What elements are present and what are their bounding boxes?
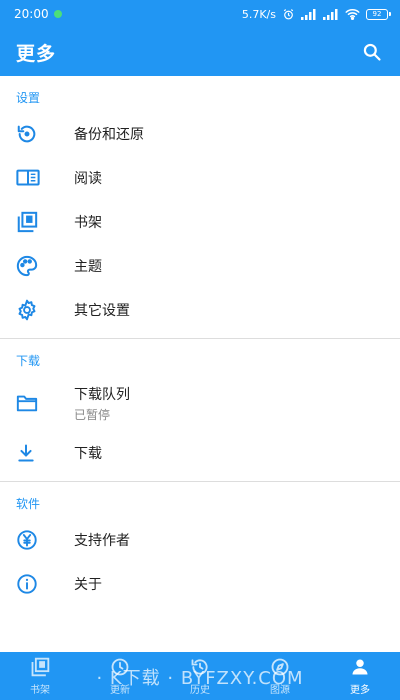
nav-item-label: 书架 [30, 684, 50, 696]
bookshelf-icon [29, 657, 51, 681]
search-icon[interactable] [358, 38, 386, 66]
menu-item-support-author[interactable]: 支持作者 [0, 518, 400, 562]
menu-item-label: 关于 [74, 577, 102, 593]
signal-icon [301, 8, 317, 20]
menu-item-label: 其它设置 [74, 303, 130, 319]
section-header-download: 下载 [16, 354, 41, 368]
more-menu: 设置 备份和还原 阅读 书架 主题 其它设置 下载 下载队列 已暂停 下载 软件… [0, 76, 400, 652]
menu-item-bookshelf[interactable]: 书架 [0, 200, 400, 244]
nav-item-label: 更多 [350, 684, 370, 696]
menu-item-label: 下载队列 [74, 386, 130, 403]
compass-icon [269, 657, 291, 681]
section-header-settings: 设置 [16, 91, 41, 105]
menu-item-label: 备份和还原 [74, 127, 144, 143]
page-title: 更多 [16, 42, 57, 65]
yen-icon [0, 529, 74, 551]
alarm-icon [282, 8, 295, 21]
nav-item-label: 图源 [270, 684, 290, 696]
update-icon [109, 657, 131, 681]
status-bar: 20:00 5.7K/s 92 [0, 0, 400, 28]
menu-item-other-settings[interactable]: 其它设置 [0, 288, 400, 332]
folder-icon [0, 393, 74, 413]
menu-item-reading[interactable]: 阅读 [0, 156, 400, 200]
battery-icon: 92 [366, 8, 391, 20]
menu-item-label: 书架 [74, 215, 102, 231]
bottom-navigation: 书架 更新 历史 图源 更多 [0, 652, 400, 700]
section-header-software: 软件 [16, 497, 41, 511]
notification-dot-icon [53, 10, 62, 18]
menu-item-label: 下载 [74, 446, 102, 462]
menu-item-label: 阅读 [74, 171, 102, 187]
menu-item-backup-restore[interactable]: 备份和还原 [0, 112, 400, 156]
network-speed: 5.7K/s [241, 7, 276, 21]
nav-item-history[interactable]: 历史 [160, 652, 240, 700]
menu-item-theme[interactable]: 主题 [0, 244, 400, 288]
palette-icon [0, 255, 74, 277]
nav-item-more[interactable]: 更多 [320, 652, 400, 700]
nav-item-updates[interactable]: 更新 [80, 652, 160, 700]
download-icon [0, 443, 74, 463]
menu-item-label: 主题 [74, 259, 102, 275]
nav-item-label: 历史 [190, 684, 210, 696]
history-icon [189, 657, 211, 681]
nav-item-label: 更新 [110, 684, 130, 696]
menu-item-download-queue[interactable]: 下载队列 已暂停 [0, 375, 400, 431]
menu-item-label: 支持作者 [74, 533, 130, 549]
signal-icon [323, 8, 339, 20]
person-icon [349, 657, 371, 681]
menu-item-about[interactable]: 关于 [0, 562, 400, 606]
wifi-icon [345, 8, 360, 20]
restore-icon [0, 123, 74, 145]
bookshelf-icon [0, 211, 74, 233]
book-open-icon [0, 167, 74, 189]
nav-item-bookshelf[interactable]: 书架 [0, 652, 80, 700]
status-time: 20:00 [14, 7, 49, 21]
gear-icon [0, 299, 74, 321]
menu-item-downloads[interactable]: 下载 [0, 431, 400, 475]
info-icon [0, 573, 74, 595]
app-bar: 更多 [0, 28, 400, 76]
menu-item-status: 已暂停 [74, 407, 111, 422]
nav-item-sources[interactable]: 图源 [240, 652, 320, 700]
